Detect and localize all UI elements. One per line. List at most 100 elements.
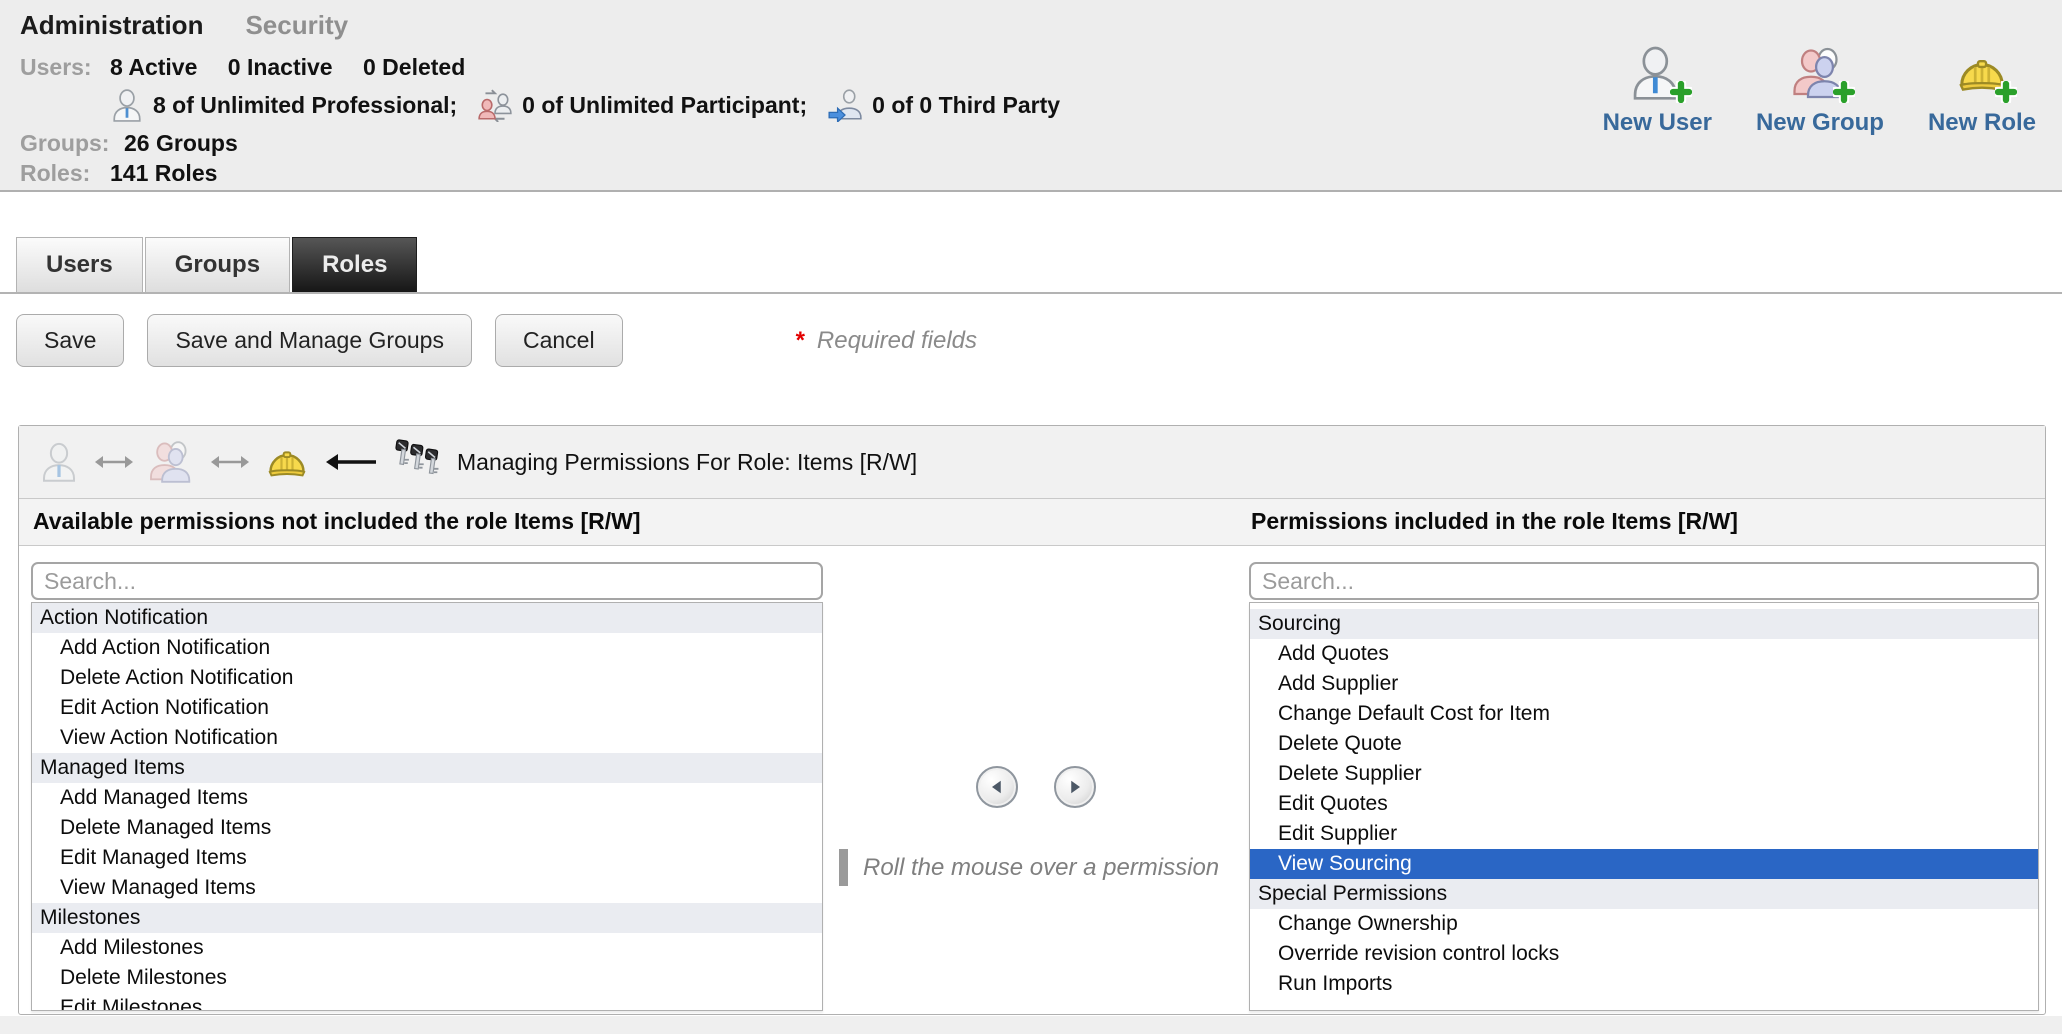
hardhat-plus-icon — [1955, 46, 2009, 100]
permission-item[interactable] — [1250, 999, 2038, 1011]
page-bottom-strip — [0, 1016, 2062, 1034]
professional-user-icon — [110, 88, 144, 122]
group-plus-icon — [1793, 46, 1847, 100]
user-plus-icon — [1630, 46, 1684, 100]
permission-item[interactable]: Change Ownership — [1250, 909, 2038, 939]
users-label: Users: — [20, 54, 110, 81]
save-button[interactable]: Save — [16, 314, 124, 367]
roles-stat-row: Roles: 141 Roles — [20, 158, 1080, 188]
panel-title: Managing Permissions For Role: Items [R/… — [457, 449, 917, 476]
tab-roles[interactable]: Roles — [292, 237, 417, 292]
hint-bar — [839, 849, 848, 886]
included-permissions-header: Permissions included in the role Items [… — [1251, 508, 1738, 535]
users-deleted-count: 0 Deleted — [363, 54, 465, 80]
tab-bar: Users Groups Roles — [0, 237, 2062, 294]
included-permissions-pane: Sourcing Add Quotes Add Supplier Change … — [1249, 562, 2039, 1011]
move-left-button[interactable] — [976, 766, 1018, 808]
circle-left-arrow-icon — [987, 777, 1007, 797]
available-permissions-pane: Action Notification Add Action Notificat… — [31, 562, 823, 1011]
permission-category[interactable]: Sourcing — [1250, 609, 2038, 639]
participant-user-swap-icon — [477, 88, 513, 122]
required-asterisk: * — [796, 327, 805, 354]
permission-item[interactable]: Delete Managed Items — [32, 813, 822, 843]
tab-groups[interactable]: Groups — [145, 237, 290, 292]
permission-category[interactable]: Managed Items — [32, 753, 822, 783]
permission-category[interactable]: Special Permissions — [1250, 879, 2038, 909]
toolbar: Save Save and Manage Groups Cancel * Requ… — [16, 314, 977, 367]
permission-item[interactable]: View Action Notification — [32, 723, 822, 753]
groups-stat-row: Groups: 26 Groups — [20, 128, 1080, 158]
roles-label: Roles: — [20, 160, 110, 187]
permission-category[interactable]: Milestones — [32, 903, 822, 933]
permission-item[interactable]: Edit Action Notification — [32, 693, 822, 723]
permission-item[interactable]: Add Supplier — [1250, 669, 2038, 699]
user-icon — [39, 442, 79, 482]
move-right-button[interactable] — [1054, 766, 1096, 808]
permission-item[interactable]: Delete Supplier — [1250, 759, 2038, 789]
permissions-panel: Managing Permissions For Role: Items [R/… — [18, 425, 2046, 1015]
included-permissions-list[interactable]: Sourcing Add Quotes Add Supplier Change … — [1249, 602, 2039, 1011]
role-relation-icons — [39, 439, 443, 485]
license-stat-row: 8 of Unlimited Professional; 0 of Unlimi… — [20, 82, 1080, 128]
third-party-license-text: 0 of 0 Third Party — [872, 92, 1060, 119]
permission-item[interactable]: Add Quotes — [1250, 639, 2038, 669]
available-permissions-header: Available permissions not included the r… — [33, 508, 640, 535]
permission-item[interactable]: Delete Action Notification — [32, 663, 822, 693]
permission-category[interactable]: Action Notification — [32, 603, 822, 633]
panel-title-bar: Managing Permissions For Role: Items [R/… — [19, 426, 2045, 499]
permission-item[interactable]: Edit Managed Items — [32, 843, 822, 873]
new-user-button[interactable]: New User — [1603, 46, 1712, 137]
breadcrumb: Administration Security — [20, 10, 348, 41]
participant-license: 0 of Unlimited Participant; — [477, 88, 807, 122]
keys-icon — [393, 439, 443, 485]
permission-item[interactable]: Edit Quotes — [1250, 789, 2038, 819]
permission-item[interactable]: Run Imports — [1250, 969, 2038, 999]
left-right-arrow-icon — [94, 452, 134, 472]
users-counts: 8 Active 0 Inactive 0 Deleted — [110, 54, 489, 81]
included-search-input[interactable] — [1249, 562, 2039, 600]
professional-license: 8 of Unlimited Professional; — [110, 88, 457, 122]
roles-count: 141 Roles — [110, 160, 217, 187]
rollover-hint: Roll the mouse over a permission — [839, 849, 1219, 886]
save-and-manage-groups-button[interactable]: Save and Manage Groups — [147, 314, 472, 367]
permission-item[interactable]: Delete Quote — [1250, 729, 2038, 759]
new-group-label: New Group — [1756, 109, 1884, 137]
permission-item[interactable]: Change Default Cost for Item — [1250, 699, 2038, 729]
permission-item[interactable]: Edit Supplier — [1250, 819, 2038, 849]
permission-item[interactable]: Add Milestones — [32, 933, 822, 963]
quick-actions: New User New Group — [1603, 46, 2036, 137]
panel-body: Action Notification Add Action Notificat… — [19, 546, 2045, 1015]
required-fields-text: Required fields — [817, 327, 977, 354]
permission-item[interactable]: Add Managed Items — [32, 783, 822, 813]
group-icon — [149, 441, 195, 483]
permission-item[interactable]: View Managed Items — [32, 873, 822, 903]
circle-right-arrow-icon — [1065, 777, 1085, 797]
permission-item[interactable]: Override revision control locks — [1250, 939, 2038, 969]
tab-users[interactable]: Users — [16, 237, 143, 292]
new-user-label: New User — [1603, 109, 1712, 137]
groups-label: Groups: — [20, 130, 110, 157]
professional-license-text: 8 of Unlimited Professional; — [153, 92, 457, 119]
breadcrumb-security[interactable]: Security — [245, 10, 348, 40]
column-headers: Available permissions not included the r… — [19, 499, 2045, 546]
transfer-controls: Roll the mouse over a permission — [823, 546, 1249, 1015]
new-role-button[interactable]: New Role — [1928, 46, 2036, 137]
available-permissions-list[interactable]: Action Notification Add Action Notificat… — [31, 602, 823, 1011]
permission-item[interactable]: Add Action Notification — [32, 633, 822, 663]
available-search-input[interactable] — [31, 562, 823, 600]
permission-item[interactable]: Delete Milestones — [32, 963, 822, 993]
summary-stats: Users: 8 Active 0 Inactive 0 Deleted 8 o… — [20, 52, 1080, 188]
header-band: Administration Security Users: 8 Active 0… — [0, 0, 2062, 192]
groups-count: 26 Groups — [124, 130, 238, 157]
users-active-count: 8 Active — [110, 54, 197, 80]
new-role-label: New Role — [1928, 109, 2036, 137]
new-group-button[interactable]: New Group — [1756, 46, 1884, 137]
users-stat-row: Users: 8 Active 0 Inactive 0 Deleted — [20, 52, 1080, 82]
required-fields-note: * Required fields — [796, 327, 977, 355]
permission-item-selected[interactable]: View Sourcing — [1250, 849, 2038, 879]
cancel-button[interactable]: Cancel — [495, 314, 623, 367]
breadcrumb-administration[interactable]: Administration — [20, 10, 203, 40]
left-arrow-icon — [324, 451, 378, 473]
users-inactive-count: 0 Inactive — [228, 54, 333, 80]
permission-item[interactable]: Edit Milestones — [32, 993, 822, 1011]
